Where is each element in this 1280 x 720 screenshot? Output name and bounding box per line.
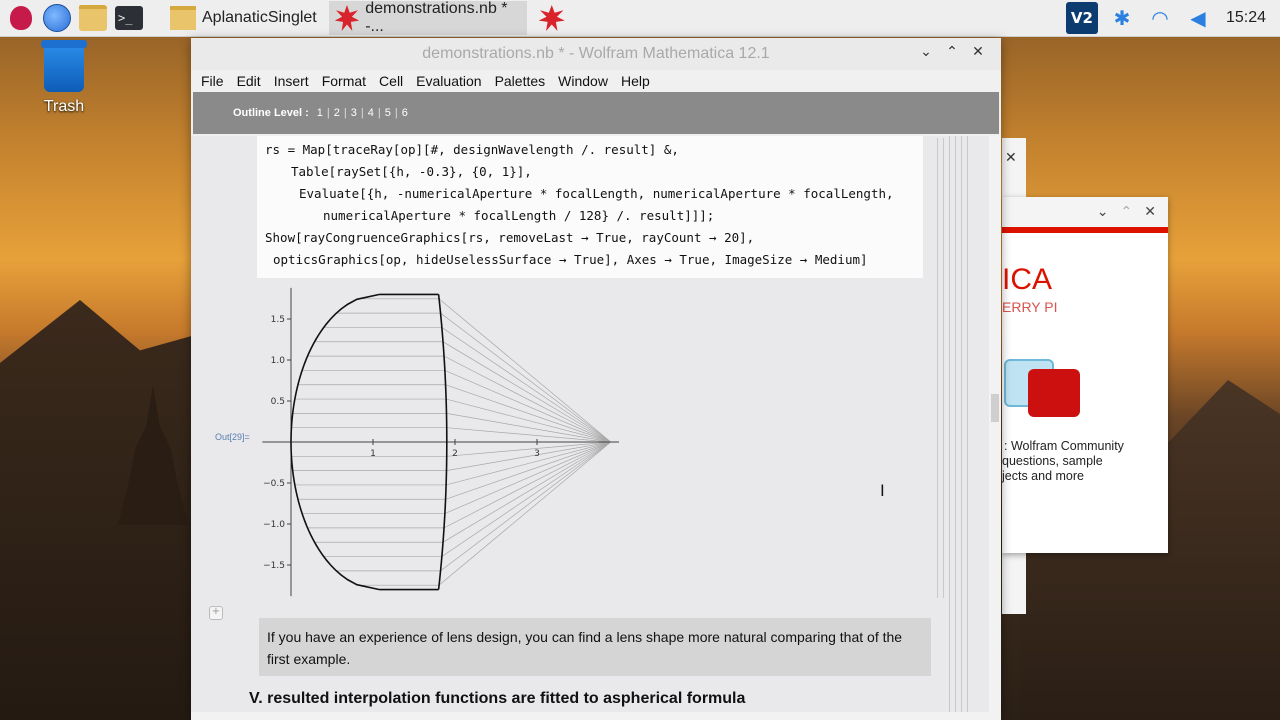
code-line-3[interactable]: Evaluate[{h, -numericalAperture * focalL…	[299, 186, 894, 201]
window-title: demonstrations.nb * - Wolfram Mathematic…	[422, 45, 770, 62]
group-bracket-outer[interactable]	[949, 136, 950, 712]
group-bracket-outer-3[interactable]	[961, 136, 962, 712]
minimize-icon[interactable]: ⌄	[1097, 204, 1109, 220]
ray-line	[302, 370, 611, 443]
menu-evaluation[interactable]: Evaluation	[416, 73, 481, 89]
task-mathematica[interactable]	[533, 1, 729, 35]
outline-level-1[interactable]: 1	[317, 107, 323, 119]
close-icon[interactable]: ✕	[965, 44, 991, 60]
outline-level-5[interactable]: 5	[385, 107, 391, 119]
task-label: AplanaticSinglet	[202, 9, 317, 26]
community-logo-icon-red	[1028, 369, 1080, 417]
section-heading[interactable]: V. resulted interpolation functions are …	[249, 690, 745, 708]
vertical-scrollbar[interactable]	[989, 136, 1001, 712]
menu-insert[interactable]: Insert	[274, 73, 309, 89]
text-cursor-icon: I	[880, 481, 885, 500]
maximize-icon[interactable]: ⌃	[939, 44, 965, 60]
community-link[interactable]: Wolfram Community	[1011, 439, 1124, 453]
welcome-window[interactable]: ⌄ ⌃ ✕ ICA ERRY PI : Wolfram Community qu…	[1002, 197, 1168, 553]
browser-icon[interactable]	[42, 3, 72, 33]
code-line-5[interactable]: Show[rayCongruenceGraphics[rs, removeLas…	[265, 230, 754, 245]
task-aplanatic-singlet[interactable]: AplanaticSinglet	[164, 1, 323, 35]
menu-palettes[interactable]: Palettes	[495, 73, 546, 89]
minimize-icon[interactable]: ⌄	[913, 44, 939, 60]
menu-file[interactable]: File	[201, 73, 224, 89]
brand-subtext: ERRY PI	[1002, 299, 1058, 315]
outline-level-2[interactable]: 2	[334, 107, 340, 119]
volume-icon[interactable]: ◀	[1186, 6, 1210, 30]
raspberry-menu-icon[interactable]	[6, 3, 36, 33]
outline-level-3[interactable]: 3	[351, 107, 357, 119]
file-manager-icon[interactable]	[78, 3, 108, 33]
cell-insert-icon[interactable]: +	[209, 606, 223, 620]
outline-level-label: Outline Level :	[233, 107, 309, 119]
x-tick-label: 1	[370, 449, 376, 459]
x-tick-label: 3	[534, 449, 540, 459]
mathematica-window[interactable]: demonstrations.nb * - Wolfram Mathematic…	[191, 38, 1001, 720]
trash-icon	[41, 40, 87, 92]
menu-cell[interactable]: Cell	[379, 73, 403, 89]
mathematica-icon	[334, 5, 360, 31]
output-label: Out[29]=	[215, 432, 250, 442]
text-cell[interactable]: If you have an experience of lens design…	[259, 618, 931, 676]
lens-ray-plot[interactable]: 1 2 3 1.5 1.0 0.5 −0.5 −1.0 −1.5	[251, 286, 691, 606]
trash-label: Trash	[43, 98, 85, 115]
folder-icon	[170, 6, 196, 30]
wifi-icon[interactable]: ◠	[1148, 6, 1172, 30]
notebook-area[interactable]: rs = Map[traceRay[op][#, designWavelengt…	[191, 136, 991, 712]
menu-format[interactable]: Format	[322, 73, 366, 89]
menu-bar: File Edit Insert Format Cell Evaluation …	[191, 70, 1001, 92]
community-text[interactable]: : Wolfram Community questions, sample je…	[1002, 439, 1124, 484]
cell-bracket[interactable]	[937, 138, 938, 598]
menu-help[interactable]: Help	[621, 73, 650, 89]
outline-level-4[interactable]: 4	[368, 107, 374, 119]
welcome-titlebar: ⌄ ⌃ ✕	[1002, 197, 1168, 227]
group-bracket[interactable]	[943, 138, 944, 598]
brand-bar	[1002, 227, 1168, 233]
menu-edit[interactable]: Edit	[237, 73, 261, 89]
close-icon[interactable]: ✕	[1144, 204, 1156, 220]
task-demonstrations[interactable]: demonstrations.nb * -...	[328, 0, 527, 35]
ray-line	[294, 398, 611, 443]
code-line-4[interactable]: numericalAperture * focalLength / 128} /…	[323, 208, 714, 223]
close-icon[interactable]: ✕	[1005, 150, 1017, 166]
y-tick-label: −1.0	[263, 520, 285, 530]
ray-line	[336, 441, 612, 572]
clock[interactable]: 15:24	[1226, 9, 1266, 27]
outline-level-6[interactable]: 6	[402, 107, 408, 119]
trash-desktop-icon[interactable]: Trash	[36, 40, 92, 116]
outline-toolbar: Outline Level : 1 | 2 | 3 | 4 | 5 | 6	[193, 92, 999, 134]
bluetooth-icon[interactable]: ✱	[1110, 6, 1134, 30]
brand-text: ICA	[1002, 263, 1053, 296]
group-bracket-outer-4[interactable]	[967, 136, 968, 712]
y-tick-label: 1.0	[271, 356, 286, 366]
system-tray: V2 ✱ ◠ ◀ 15:24	[1065, 0, 1280, 36]
horizontal-scrollbar[interactable]	[191, 712, 1001, 720]
community-line2: questions, sample	[1002, 454, 1103, 468]
y-tick-label: 0.5	[271, 397, 285, 407]
ray-line	[336, 312, 612, 443]
scroll-thumb[interactable]	[991, 394, 999, 422]
group-bracket-outer-2[interactable]	[955, 136, 956, 712]
code-line-1[interactable]: rs = Map[traceRay[op][#, designWavelengt…	[265, 142, 679, 157]
window-titlebar[interactable]: demonstrations.nb * - Wolfram Mathematic…	[191, 38, 1001, 70]
x-tick-label: 2	[452, 449, 458, 459]
maximize-icon[interactable]: ⌃	[1121, 204, 1133, 220]
menu-window[interactable]: Window	[558, 73, 608, 89]
y-tick-label: −0.5	[263, 479, 285, 489]
code-line-6[interactable]: opticsGraphics[op, hideUselessSurface → …	[273, 252, 868, 267]
code-line-2[interactable]: Table[raySet[{h, -0.3}, {0, 1}],	[291, 164, 532, 179]
taskbar: >_ AplanaticSinglet demonstrations.nb * …	[0, 0, 1280, 37]
vnc-icon[interactable]: V2	[1065, 2, 1098, 34]
task-label: demonstrations.nb * -...	[365, 0, 508, 35]
community-line3: jects and more	[1002, 469, 1084, 483]
terminal-icon[interactable]: >_	[114, 3, 144, 33]
mathematica-icon	[538, 5, 565, 31]
y-tick-label: 1.5	[271, 315, 285, 325]
y-tick-label: −1.5	[263, 561, 285, 571]
